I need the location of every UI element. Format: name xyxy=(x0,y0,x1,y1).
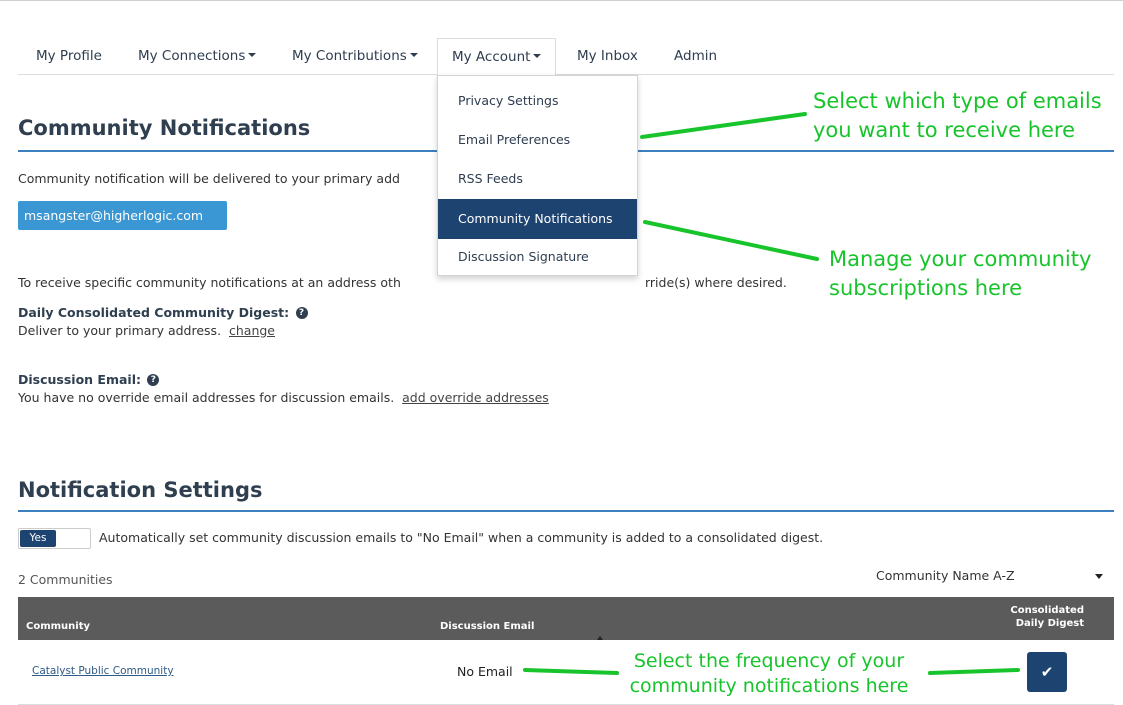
tab-label: My Contributions xyxy=(292,48,407,64)
tab-label: My Profile xyxy=(36,48,102,64)
tab-admin[interactable]: Admin xyxy=(660,38,731,75)
annotation-line: subscriptions here xyxy=(829,276,1023,300)
change-link[interactable]: change xyxy=(229,323,275,338)
column-header-consolidated-daily-digest[interactable]: Consolidated Daily Digest xyxy=(1010,604,1084,630)
annotation-line: Manage your community xyxy=(829,247,1092,271)
main-nav: My Profile My Connections My Contributio… xyxy=(18,38,1114,76)
help-icon[interactable]: ? xyxy=(295,306,308,319)
section-divider xyxy=(18,510,1114,512)
annotation-emails: Select which type of emails you want to … xyxy=(813,87,1102,145)
auto-no-email-toggle[interactable]: Yes xyxy=(18,528,91,549)
tab-my-account[interactable]: My Account xyxy=(437,38,557,76)
menu-item-discussion-signature[interactable]: Discussion Signature xyxy=(438,237,637,277)
annotation-line-emails xyxy=(640,112,807,139)
header-line: Daily Digest xyxy=(1015,618,1084,629)
daily-digest-desc-text: Deliver to your primary address. xyxy=(18,323,222,338)
annotation-frequency: Select the frequency of your community n… xyxy=(616,649,922,699)
menu-item-rss-feeds[interactable]: RSS Feeds xyxy=(438,159,637,199)
sort-select[interactable]: Community Name A-Z xyxy=(876,568,1015,583)
tab-my-connections[interactable]: My Connections xyxy=(124,38,270,75)
annotation-line: you want to receive here xyxy=(813,118,1076,142)
top-border xyxy=(0,0,1123,1)
annotation-subscriptions: Manage your community subscriptions here xyxy=(829,245,1091,303)
annotation-line-subscriptions xyxy=(643,220,819,261)
my-account-dropdown: Privacy Settings Email Preferences RSS F… xyxy=(437,75,638,276)
primary-email-badge: msangster@higherlogic.com xyxy=(18,201,227,230)
annotation-line-frequency-right xyxy=(928,668,1020,675)
override-intro-text-right: rride(s) where desired. xyxy=(645,275,787,290)
annotation-line-frequency-left xyxy=(523,668,619,675)
column-header-discussion-email[interactable]: Discussion Email xyxy=(440,621,534,632)
toggle-description: Automatically set community discussion e… xyxy=(99,530,824,545)
add-override-addresses-link[interactable]: add override addresses xyxy=(402,390,549,405)
section-title-community-notifications: Community Notifications xyxy=(18,116,311,140)
caret-down-icon xyxy=(409,53,418,57)
override-intro-text-left: To receive specific community notificati… xyxy=(18,275,401,290)
intro-text: Community notification will be delivered… xyxy=(18,171,400,186)
caret-down-icon xyxy=(248,53,257,57)
caret-down-icon xyxy=(533,54,542,58)
discussion-email-desc: You have no override email addresses for… xyxy=(18,390,549,405)
digest-checkbox[interactable]: ✔ xyxy=(1027,652,1067,692)
menu-item-community-notifications[interactable]: Community Notifications xyxy=(438,199,637,239)
checkmark-icon: ✔ xyxy=(1040,663,1054,681)
daily-digest-desc: Deliver to your primary address. change xyxy=(18,323,275,338)
discussion-email-label: Discussion Email: ? xyxy=(18,372,160,387)
header-line: Consolidated xyxy=(1010,605,1084,616)
caret-up-icon xyxy=(597,636,603,640)
discussion-email-label-text: Discussion Email: xyxy=(18,372,141,387)
tab-label: My Connections xyxy=(138,48,246,64)
annotation-line: Select the frequency of your xyxy=(633,650,905,672)
table-header: Community Discussion Email Consolidated … xyxy=(18,597,1114,640)
tab-my-inbox[interactable]: My Inbox xyxy=(563,38,652,75)
daily-digest-label-text: Daily Consolidated Community Digest: xyxy=(18,305,290,320)
section-title-notification-settings: Notification Settings xyxy=(18,478,263,502)
menu-item-email-preferences[interactable]: Email Preferences xyxy=(438,120,637,160)
annotation-line: community notifications here xyxy=(629,675,909,697)
tab-label: My Account xyxy=(452,49,531,65)
caret-down-icon[interactable] xyxy=(1095,574,1103,579)
tab-my-contributions[interactable]: My Contributions xyxy=(278,38,432,75)
toggle-on-label: Yes xyxy=(20,530,56,547)
help-icon[interactable]: ? xyxy=(147,373,160,386)
discussion-email-desc-text: You have no override email addresses for… xyxy=(18,390,395,405)
daily-digest-label: Daily Consolidated Community Digest: ? xyxy=(18,305,308,320)
discussion-email-select[interactable]: No Email xyxy=(457,664,513,679)
menu-item-privacy-settings[interactable]: Privacy Settings xyxy=(438,81,637,121)
column-header-community[interactable]: Community xyxy=(26,621,90,632)
tab-label: Admin xyxy=(674,48,718,64)
community-link[interactable]: Catalyst Public Community xyxy=(32,665,174,677)
tab-label: My Inbox xyxy=(577,48,638,64)
tab-my-profile[interactable]: My Profile xyxy=(22,38,116,75)
community-count: 2 Communities xyxy=(18,572,113,587)
annotation-line: Select which type of emails xyxy=(813,89,1102,113)
